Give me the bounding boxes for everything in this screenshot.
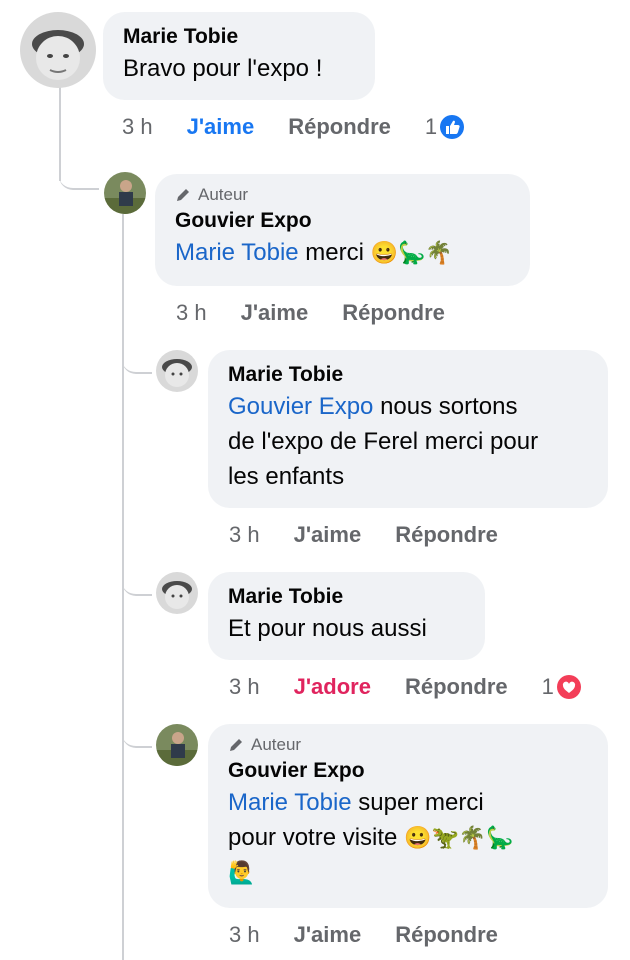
comment-actions: 3 h J'aime Répondre [229,522,498,548]
mention-link[interactable]: Gouvier Expo [228,393,373,420]
mention-link[interactable]: Marie Tobie [175,239,299,266]
comment-timestamp[interactable]: 3 h [229,922,260,948]
comment-author[interactable]: Marie Tobie [228,361,590,389]
reply-button[interactable]: Répondre [405,674,508,700]
reply-button[interactable]: Répondre [395,522,498,548]
comment-bubble: Marie Tobie Bravo pour l'expo ! [103,12,375,100]
reaction-summary[interactable]: 1 [542,674,582,700]
like-button[interactable]: J'aime [187,114,255,140]
comment-text: Marie Tobie super merci pour votre visit… [228,789,514,885]
comment-bubble: Marie Tobie Gouvier Expo nous sortons de… [208,350,608,508]
reply-button[interactable]: Répondre [395,922,498,948]
love-button[interactable]: J'adore [294,674,371,700]
reaction-count: 1 [541,674,554,699]
emoji-group: 🙋‍♂️ [228,860,256,885]
emoji-group: 😀🦖🌴🦕 [404,825,514,850]
pencil-icon [177,189,189,201]
like-button[interactable]: J'aime [294,922,362,948]
like-button[interactable]: J'aime [241,300,309,326]
avatar-marie-tobie[interactable] [20,12,96,88]
comment-timestamp[interactable]: 3 h [229,674,260,700]
comment-text: Marie Tobie merci 😀🦕🌴 [175,239,453,266]
avatar-marie-tobie[interactable] [156,572,198,614]
comment-author[interactable]: Gouvier Expo [175,207,512,235]
comment-bubble: Marie Tobie Et pour nous aussi [208,572,485,660]
author-badge: Auteur [175,185,512,205]
thread-connector-reply-2 [122,350,152,374]
comment-bubble: Auteur Gouvier Expo Marie Tobie super me… [208,724,608,908]
avatar-gouvier-expo[interactable] [104,172,146,214]
comment-text: Bravo pour l'expo ! [123,55,323,82]
comment-actions: 3 h J'aime Répondre [229,922,498,948]
reaction-count: 1 [424,114,438,139]
comment-timestamp[interactable]: 3 h [229,522,260,548]
comment-author[interactable]: Marie Tobie [123,23,357,51]
comment-actions: 3 h J'aime Répondre [176,300,445,326]
mention-link[interactable]: Marie Tobie [228,789,352,816]
reply-button[interactable]: Répondre [288,114,391,140]
emoji-group: 😀🦕🌴 [370,240,453,265]
thread-connector-reply-1 [59,160,99,190]
comment-actions: 3 h J'adore Répondre 1 [229,674,582,700]
reply-button[interactable]: Répondre [342,300,445,326]
comment-timestamp[interactable]: 3 h [122,114,153,140]
comment-timestamp[interactable]: 3 h [176,300,207,326]
comment-author[interactable]: Gouvier Expo [228,757,590,785]
comment-text: Gouvier Expo nous sortons de l'expo de F… [228,393,539,490]
author-badge: Auteur [228,735,590,755]
comment-actions: 3 h J'aime Répondre 1 [122,114,465,140]
reaction-summary[interactable]: 1 [425,114,465,140]
like-reaction-icon [440,115,465,139]
like-button[interactable]: J'aime [294,522,362,548]
comment-bubble: Auteur Gouvier Expo Marie Tobie merci 😀🦕… [155,174,530,286]
pencil-icon [230,739,242,751]
comment-author[interactable]: Marie Tobie [228,583,467,611]
thread-connector-reply-4 [122,724,152,748]
thread-connector-reply-3 [122,572,152,596]
comment-text: Et pour nous aussi [228,615,427,642]
love-reaction-icon [556,675,581,699]
avatar-marie-tobie[interactable] [156,350,198,392]
avatar-gouvier-expo[interactable] [156,724,198,766]
